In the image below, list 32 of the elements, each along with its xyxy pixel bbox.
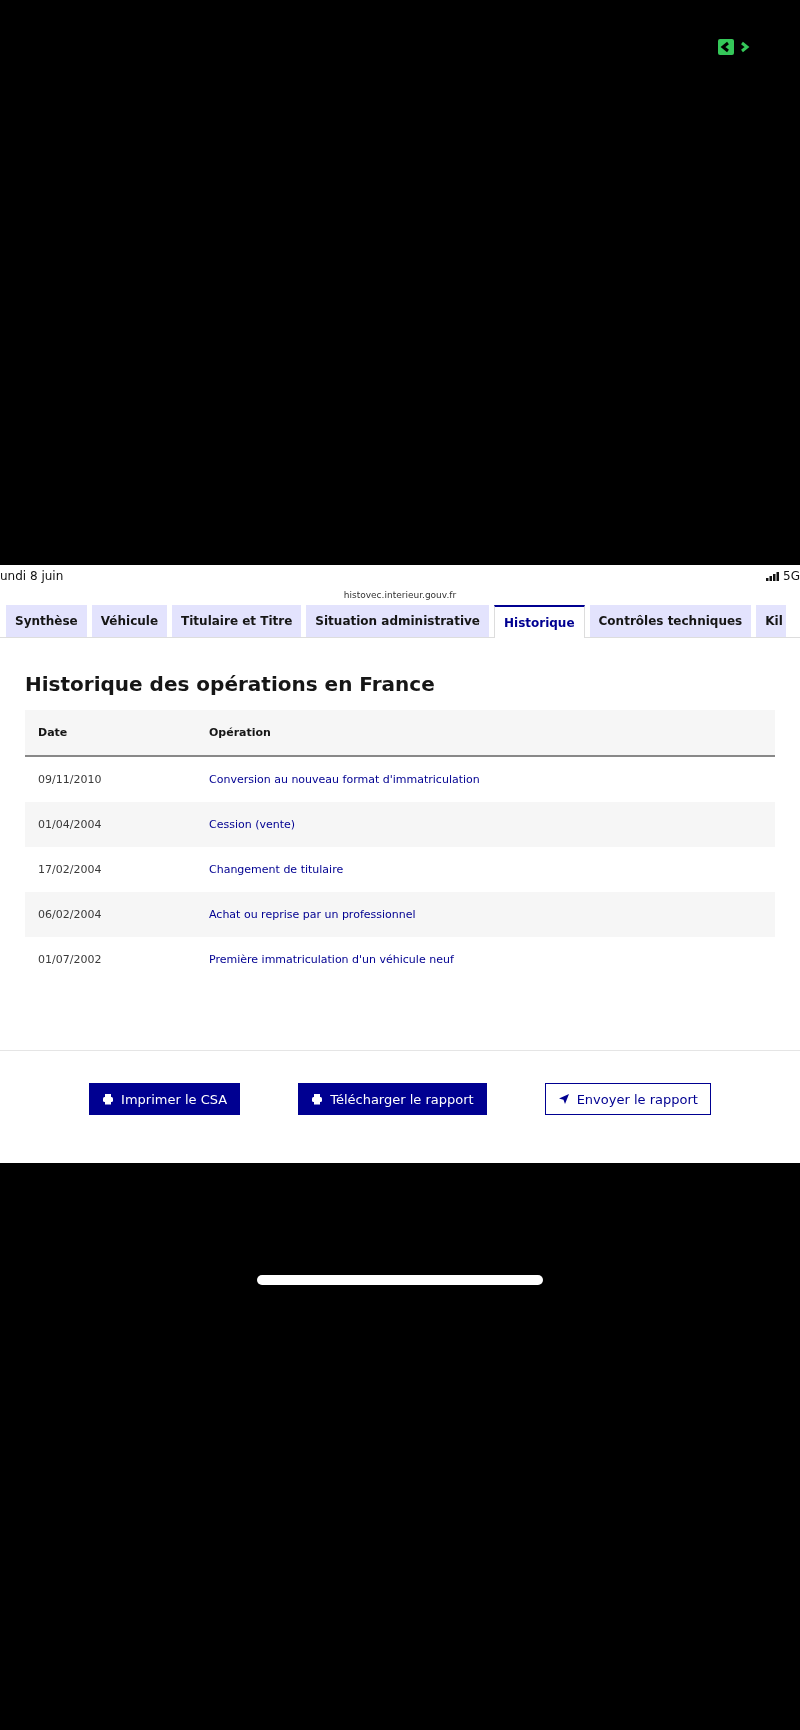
url-text[interactable]: histovec.interieur.gouv.fr: [343, 590, 457, 600]
table-cell: Achat ou reprise par un professionnel: [196, 892, 775, 937]
table-cell: Première immatriculation d'un véhicule neuf: [196, 937, 775, 982]
table-cell: Cession (vente): [196, 802, 775, 847]
action-button[interactable]: Envoyer le rapport: [544, 1083, 711, 1115]
tab[interactable]: Synthèse: [6, 605, 87, 637]
column-header: Date: [25, 710, 196, 756]
network-label: 5G: [783, 569, 800, 583]
action-button[interactable]: Imprimer le CSA: [89, 1083, 241, 1115]
status-date: undi 8 juin: [0, 569, 64, 583]
table-cell: 01/04/2004: [25, 802, 196, 847]
table-cell: 06/02/2004: [25, 892, 196, 937]
signal-icon: [766, 571, 781, 581]
table-cell: Conversion au nouveau format d'immatriculation: [196, 756, 775, 802]
screen-record-icon: [718, 38, 752, 56]
table-cell: Changement de titulaire: [196, 847, 775, 892]
tab[interactable]: Titulaire et Titre: [172, 605, 302, 637]
tab[interactable]: Situation administrative: [306, 605, 489, 637]
tab[interactable]: Véhicule: [91, 605, 168, 637]
section-title: Historique des opérations en France: [25, 672, 436, 696]
printer-icon: [311, 1093, 324, 1105]
send-icon: [557, 1093, 570, 1105]
table-cell: 01/07/2002: [25, 937, 196, 982]
action-button[interactable]: Télécharger le rapport: [298, 1083, 487, 1115]
tab[interactable]: Contrôles techniques: [589, 605, 752, 637]
tab[interactable]: Historique: [493, 605, 585, 638]
table-cell: 17/02/2004: [25, 847, 196, 892]
tab[interactable]: Kil: [756, 605, 786, 637]
printer-icon: [102, 1093, 115, 1105]
table-cell: 09/11/2010: [25, 756, 196, 802]
home-indicator[interactable]: [257, 1275, 543, 1285]
column-header: Opération: [196, 710, 775, 756]
